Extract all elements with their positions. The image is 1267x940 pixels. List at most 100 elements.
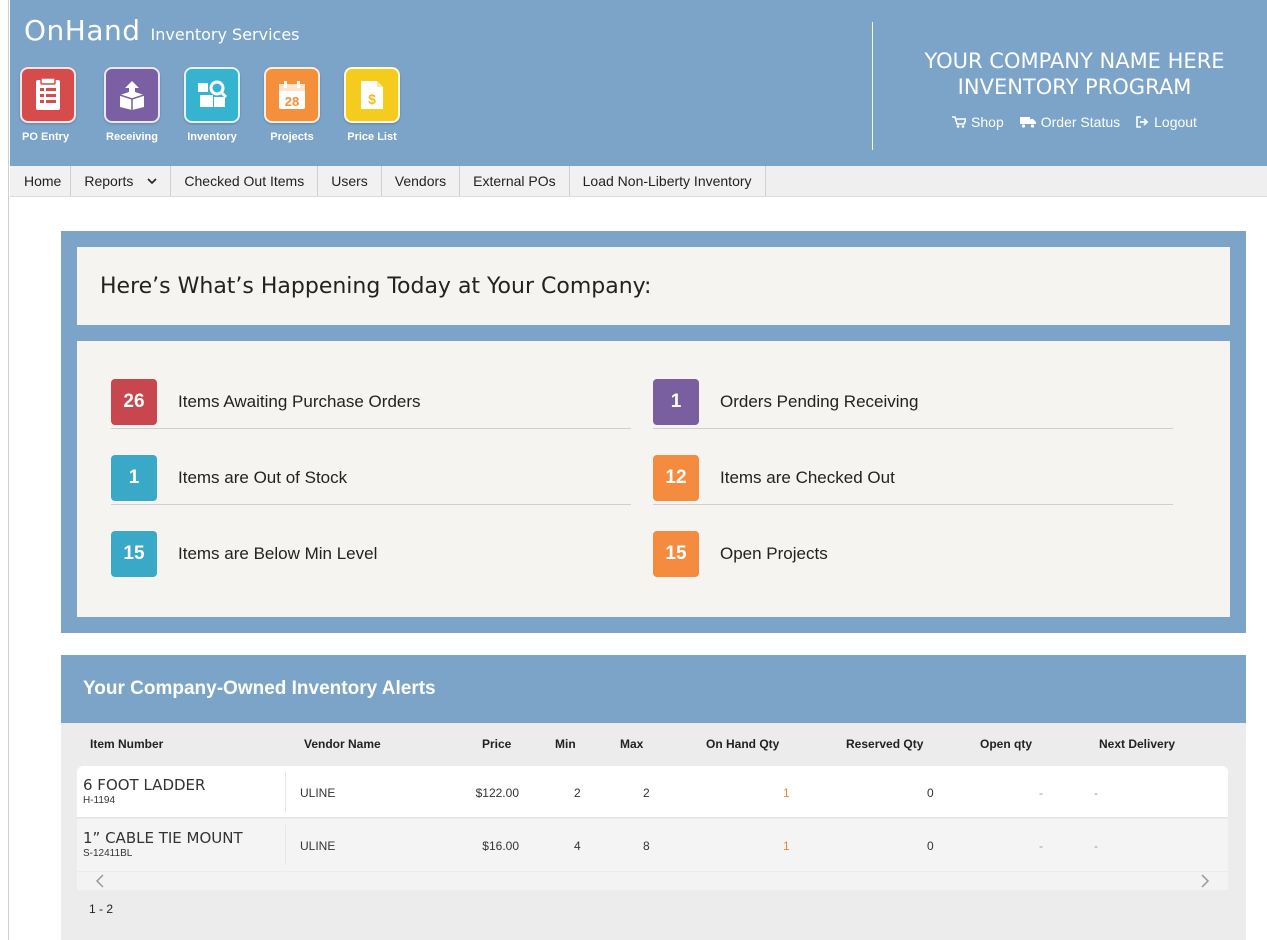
price-cell: $122.00 — [475, 786, 519, 800]
count-badge: 26 — [111, 378, 157, 425]
stat-label: Open Projects — [720, 544, 828, 563]
col-next-delivery[interactable]: Next Delivery — [1099, 737, 1175, 751]
min-cell: 4 — [574, 839, 581, 853]
col-on-hand-qty[interactable]: On Hand Qty — [706, 737, 779, 751]
max-cell: 8 — [643, 839, 650, 853]
chevron-right-icon[interactable] — [1200, 874, 1210, 888]
count-badge: 1 — [653, 378, 699, 425]
shop-label: Shop — [971, 114, 1004, 130]
on-hand-cell: 1 — [783, 839, 790, 853]
item-code: S-12411BL — [83, 848, 133, 859]
summary-title-box: Here’s What’s Happening Today at Your Co… — [77, 247, 1230, 325]
brand-subtitle: Inventory Services — [150, 25, 300, 44]
stat-awaiting-purchase-orders[interactable]: 26 Items Awaiting Purchase Orders — [111, 375, 631, 429]
app-inventory[interactable]: Inventory — [172, 67, 252, 143]
stat-below-min-level[interactable]: 15 Items are Below Min Level — [111, 527, 631, 581]
col-item-number[interactable]: Item Number — [90, 737, 163, 751]
pagination-info: 1 - 2 — [89, 902, 114, 916]
logout-link[interactable]: Logout — [1136, 114, 1197, 130]
open-qty-cell: - — [1039, 839, 1043, 853]
table-row[interactable]: 1” CABLE TIE MOUNT S-12411BL ULINE $16.0… — [77, 819, 1228, 871]
col-min[interactable]: Min — [555, 737, 576, 751]
stat-label: Items Awaiting Purchase Orders — [178, 391, 421, 411]
col-reserved-qty[interactable]: Reserved Qty — [846, 737, 923, 751]
count-badge: 15 — [653, 531, 699, 577]
calendar-icon: 28 — [264, 67, 320, 123]
vendor-cell: ULINE — [300, 839, 336, 853]
price-cell: $16.00 — [482, 839, 519, 853]
summary-title: Here’s What’s Happening Today at Your Co… — [100, 273, 652, 299]
reserved-cell: 0 — [927, 839, 934, 853]
item-name: 6 FOOT LADDER — [83, 776, 206, 794]
next-delivery-cell: - — [1094, 839, 1098, 853]
nav-load-non-liberty-inventory[interactable]: Load Non-Liberty Inventory — [569, 166, 766, 196]
price-document-icon: $ — [344, 67, 400, 123]
open-qty-cell: - — [1039, 786, 1043, 800]
stat-label: Items are Checked Out — [720, 467, 895, 487]
summary-panel: Here’s What’s Happening Today at Your Co… — [61, 231, 1246, 633]
col-vendor-name[interactable]: Vendor Name — [304, 737, 381, 751]
horizontal-scrollbar[interactable] — [77, 872, 1228, 890]
alerts-title: Your Company-Owned Inventory Alerts — [83, 678, 436, 699]
nav-external-pos[interactable]: External POs — [460, 166, 570, 196]
program-name: INVENTORY PROGRAM — [957, 75, 1192, 99]
app-label: PO Entry — [22, 131, 70, 143]
logout-icon — [1136, 116, 1149, 128]
stat-open-projects[interactable]: 15 Open Projects — [653, 527, 1173, 581]
column-separator — [285, 772, 286, 812]
nav-checked-out-items[interactable]: Checked Out Items — [171, 166, 319, 196]
col-max[interactable]: Max — [620, 737, 643, 751]
stat-label: Orders Pending Receiving — [720, 391, 919, 411]
chevron-left-icon[interactable] — [95, 874, 105, 888]
document-list-icon — [20, 67, 76, 123]
table-row[interactable]: 6 FOOT LADDER H-1194 ULINE $122.00 2 2 1… — [77, 766, 1228, 818]
box-receive-icon — [104, 67, 160, 123]
alerts-header: Your Company-Owned Inventory Alerts — [61, 655, 1246, 723]
nav-vendors[interactable]: Vendors — [381, 166, 461, 196]
vendor-cell: ULINE — [300, 786, 336, 800]
box-search-icon — [184, 67, 240, 123]
header-links: Shop Order Status Logout — [882, 114, 1267, 130]
app-label: Receiving — [106, 131, 158, 143]
stat-label: Items are Below Min Level — [178, 544, 378, 563]
stat-label: Items are Out of Stock — [178, 467, 348, 487]
stat-checked-out[interactable]: 12 Items are Checked Out — [653, 451, 1173, 505]
order-status-label: Order Status — [1040, 114, 1121, 130]
next-delivery-cell: - — [1094, 786, 1098, 800]
cart-icon — [952, 116, 967, 128]
header: OnHand Inventory Services PO Entry Recei… — [10, 0, 1267, 166]
col-open-qty[interactable]: Open qty — [980, 737, 1032, 751]
app-label: Projects — [270, 131, 314, 143]
nav-reports-label: Reports — [84, 173, 134, 189]
max-cell: 2 — [643, 786, 650, 800]
count-badge: 15 — [111, 531, 157, 577]
count-badge: 1 — [111, 454, 157, 501]
chevron-down-icon — [147, 177, 157, 184]
company-name: YOUR COMPANY NAME HERE — [924, 49, 1225, 73]
app-po-entry[interactable]: PO Entry — [20, 67, 92, 143]
reserved-cell: 0 — [927, 786, 934, 800]
min-cell: 2 — [574, 786, 581, 800]
inventory-alerts-panel: Your Company-Owned Inventory Alerts Item… — [61, 655, 1246, 940]
nav-home[interactable]: Home — [10, 166, 72, 196]
brand[interactable]: OnHand Inventory Services — [24, 14, 300, 47]
window-edge — [0, 0, 9, 940]
shop-link[interactable]: Shop — [952, 114, 1004, 130]
column-separator — [285, 825, 286, 865]
nav-reports[interactable]: Reports — [71, 166, 172, 196]
nav-users[interactable]: Users — [318, 166, 382, 196]
brand-name: OnHand — [24, 14, 141, 47]
app-launcher: PO Entry Receiving Inventory 28 Projects… — [20, 67, 412, 143]
summary-stats: 26 Items Awaiting Purchase Orders 1 Orde… — [77, 341, 1230, 617]
col-price[interactable]: Price — [482, 737, 511, 751]
order-status-link[interactable]: Order Status — [1019, 114, 1121, 130]
app-label: Price List — [347, 131, 397, 143]
stat-orders-pending-receiving[interactable]: 1 Orders Pending Receiving — [653, 375, 1173, 429]
app-price-list[interactable]: $ Price List — [332, 67, 412, 143]
stat-out-of-stock[interactable]: 1 Items are Out of Stock — [111, 451, 631, 505]
alerts-table-body: 6 FOOT LADDER H-1194 ULINE $122.00 2 2 1… — [77, 766, 1228, 871]
app-projects[interactable]: 28 Projects — [252, 67, 332, 143]
svg-text:$: $ — [368, 91, 376, 107]
app-receiving[interactable]: Receiving — [92, 67, 172, 143]
item-code: H-1194 — [83, 795, 116, 806]
